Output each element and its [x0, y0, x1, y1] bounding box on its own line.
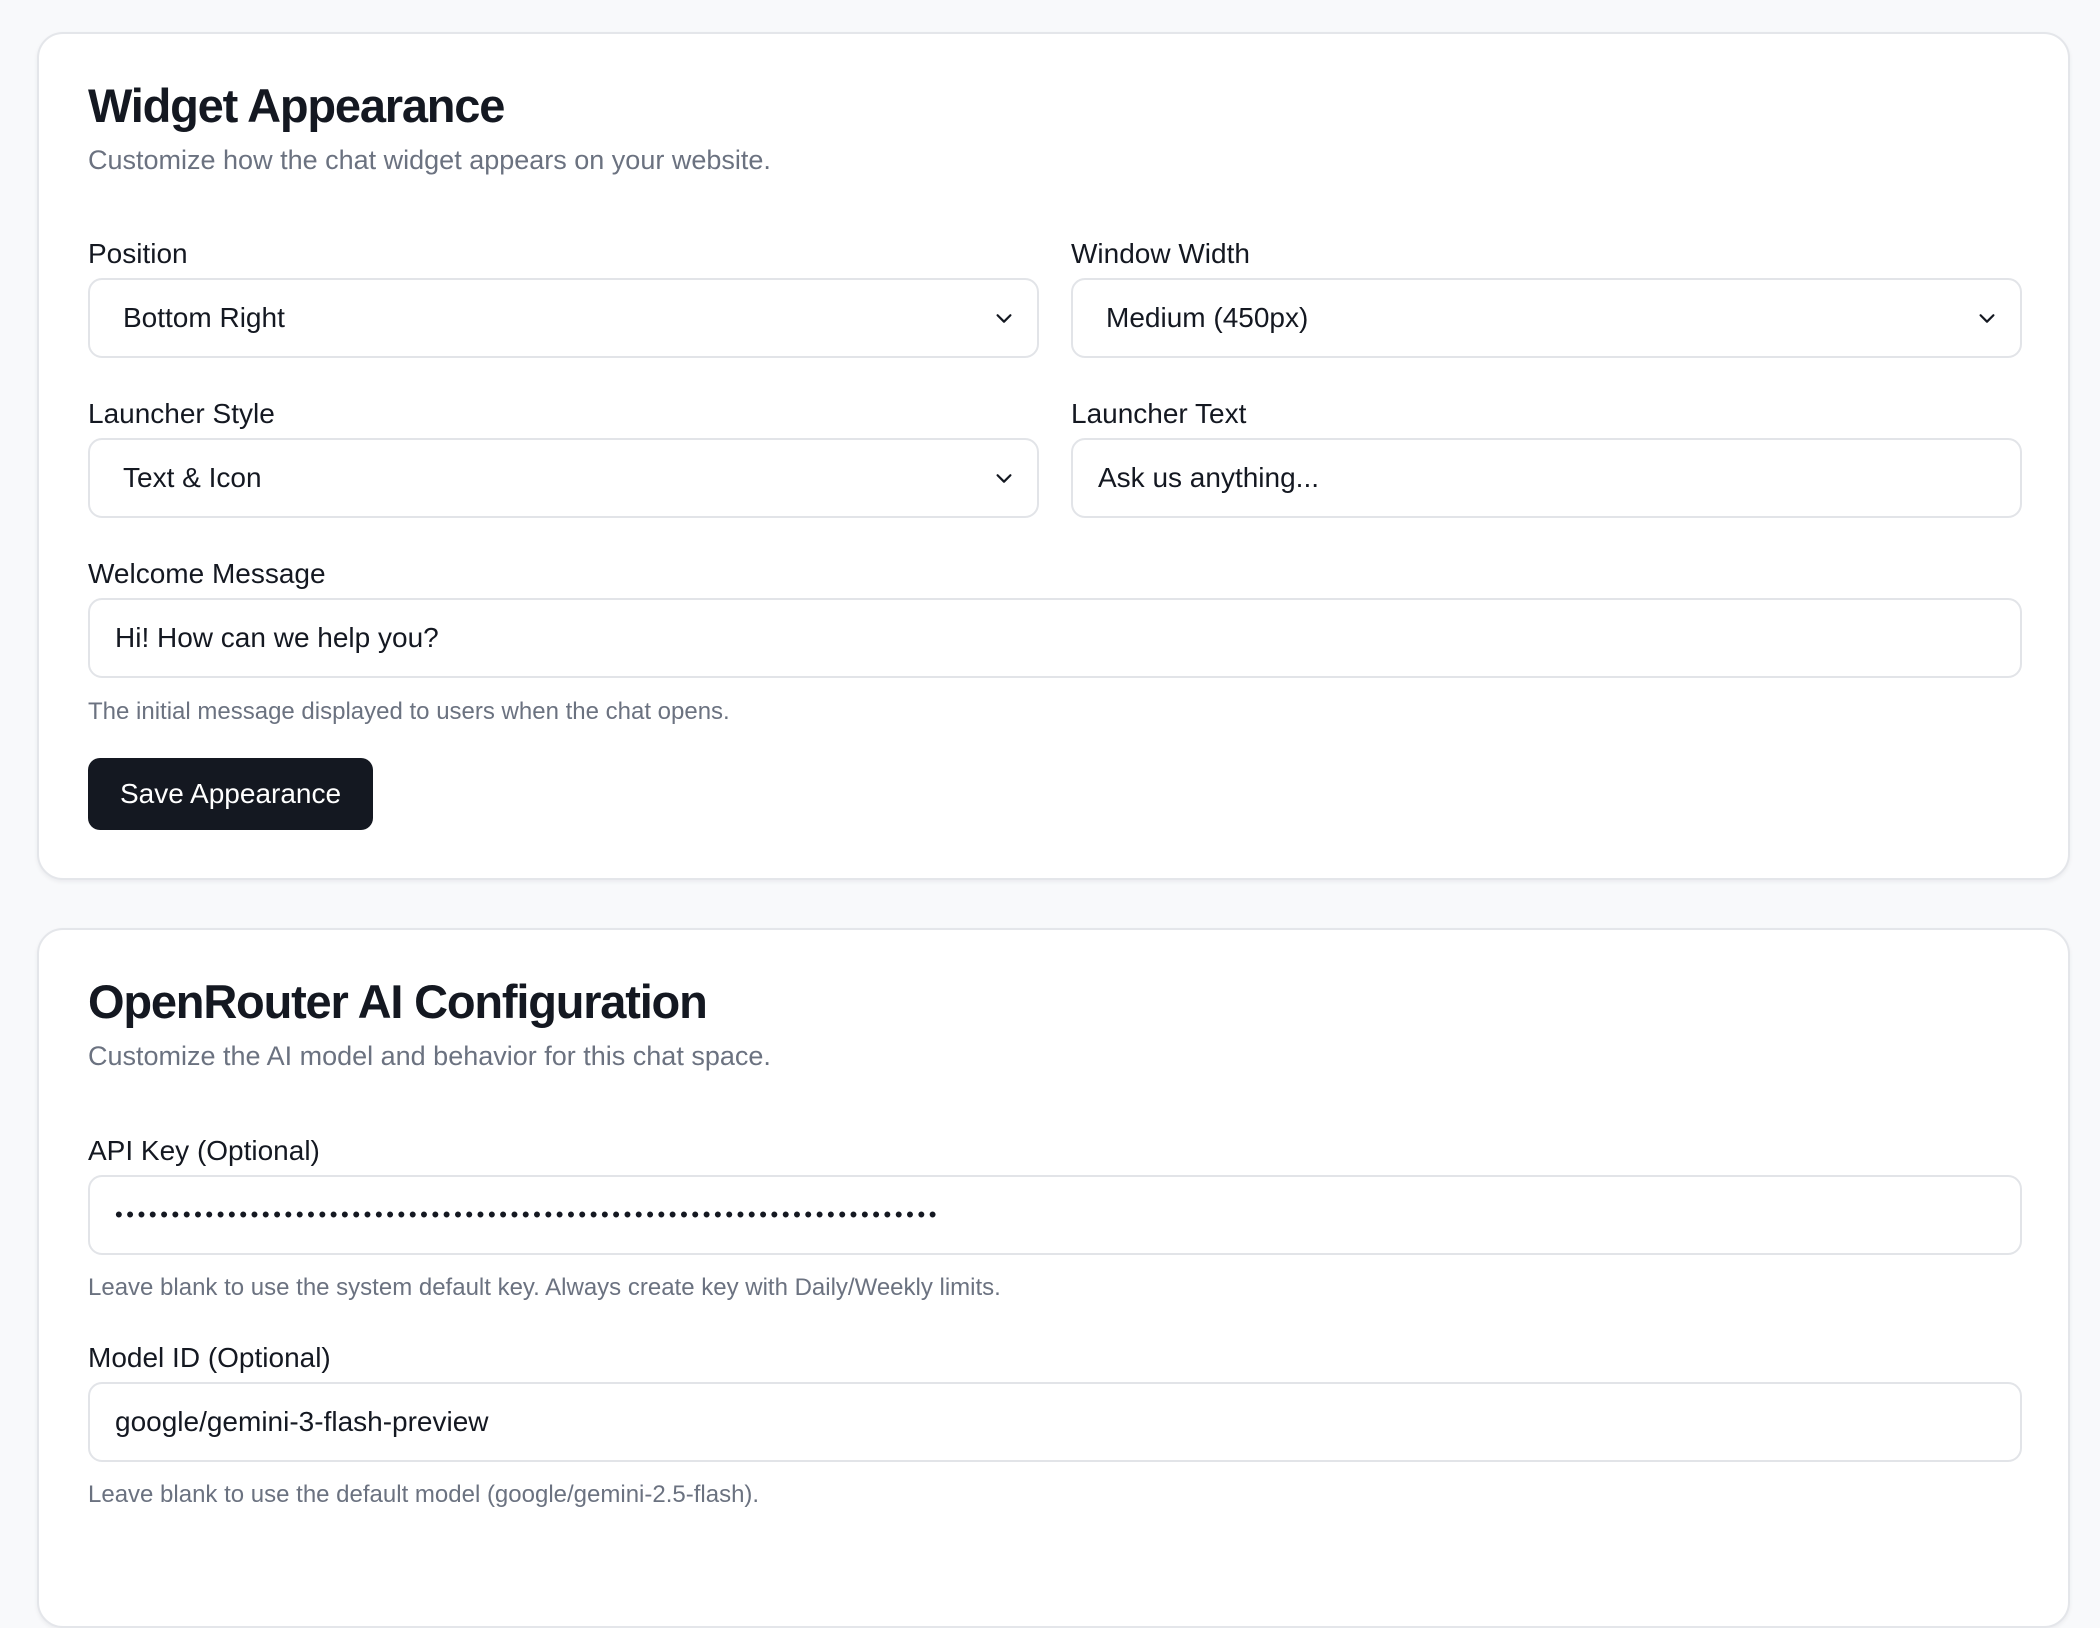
card-title: Widget Appearance	[88, 79, 505, 132]
launcher-style-select-value: Text & Icon	[123, 462, 262, 493]
launcher-style-select[interactable]: Text & Icon	[88, 438, 1039, 518]
window-width-label: Window Width	[1071, 238, 1250, 269]
launcher-style-label: Launcher Style	[88, 398, 275, 429]
model-id-value: google/gemini-3-flash-preview	[115, 1406, 489, 1437]
card-subtitle: Customize how the chat widget appears on…	[88, 145, 771, 175]
save-appearance-button[interactable]: Save Appearance	[88, 758, 374, 830]
widget-appearance-card: Widget Appearance Customize how the chat…	[37, 32, 2070, 880]
launcher-text-value: Ask us anything...	[1098, 462, 1320, 493]
api-key-masked-value: ••••••••••••••••••••••••••••••••••••••••…	[115, 1202, 941, 1227]
api-key-label: API Key (Optional)	[88, 1135, 320, 1166]
card-subtitle: Customize the AI model and behavior for …	[88, 1041, 771, 1071]
welcome-message-input[interactable]: Hi! How can we help you?	[88, 598, 2022, 678]
launcher-text-label: Launcher Text	[1071, 398, 1247, 429]
model-id-label: Model ID (Optional)	[88, 1342, 331, 1373]
window-width-select[interactable]: Medium (450px)	[1071, 278, 2022, 358]
position-label: Position	[88, 238, 188, 269]
model-id-input[interactable]: google/gemini-3-flash-preview	[88, 1382, 2022, 1462]
chevron-down-icon	[996, 314, 1012, 323]
model-id-help: Leave blank to use the default model (go…	[88, 1481, 760, 1508]
position-select[interactable]: Bottom Right	[88, 278, 1039, 358]
ai-configuration-card: OpenRouter AI Configuration Customize th…	[37, 928, 2070, 1628]
welcome-message-label: Welcome Message	[88, 558, 326, 589]
card-title: OpenRouter AI Configuration	[88, 975, 708, 1028]
api-key-help: Leave blank to use the system default ke…	[88, 1274, 1001, 1301]
api-key-input[interactable]: ••••••••••••••••••••••••••••••••••••••••…	[88, 1175, 2022, 1255]
window-width-select-value: Medium (450px)	[1106, 302, 1309, 333]
chevron-down-icon	[996, 474, 1012, 483]
welcome-message-help: The initial message displayed to users w…	[88, 698, 730, 725]
chevron-down-icon	[1979, 314, 1995, 323]
launcher-text-input[interactable]: Ask us anything...	[1071, 438, 2022, 518]
welcome-message-value: Hi! How can we help you?	[115, 622, 439, 653]
position-select-value: Bottom Right	[123, 302, 285, 333]
